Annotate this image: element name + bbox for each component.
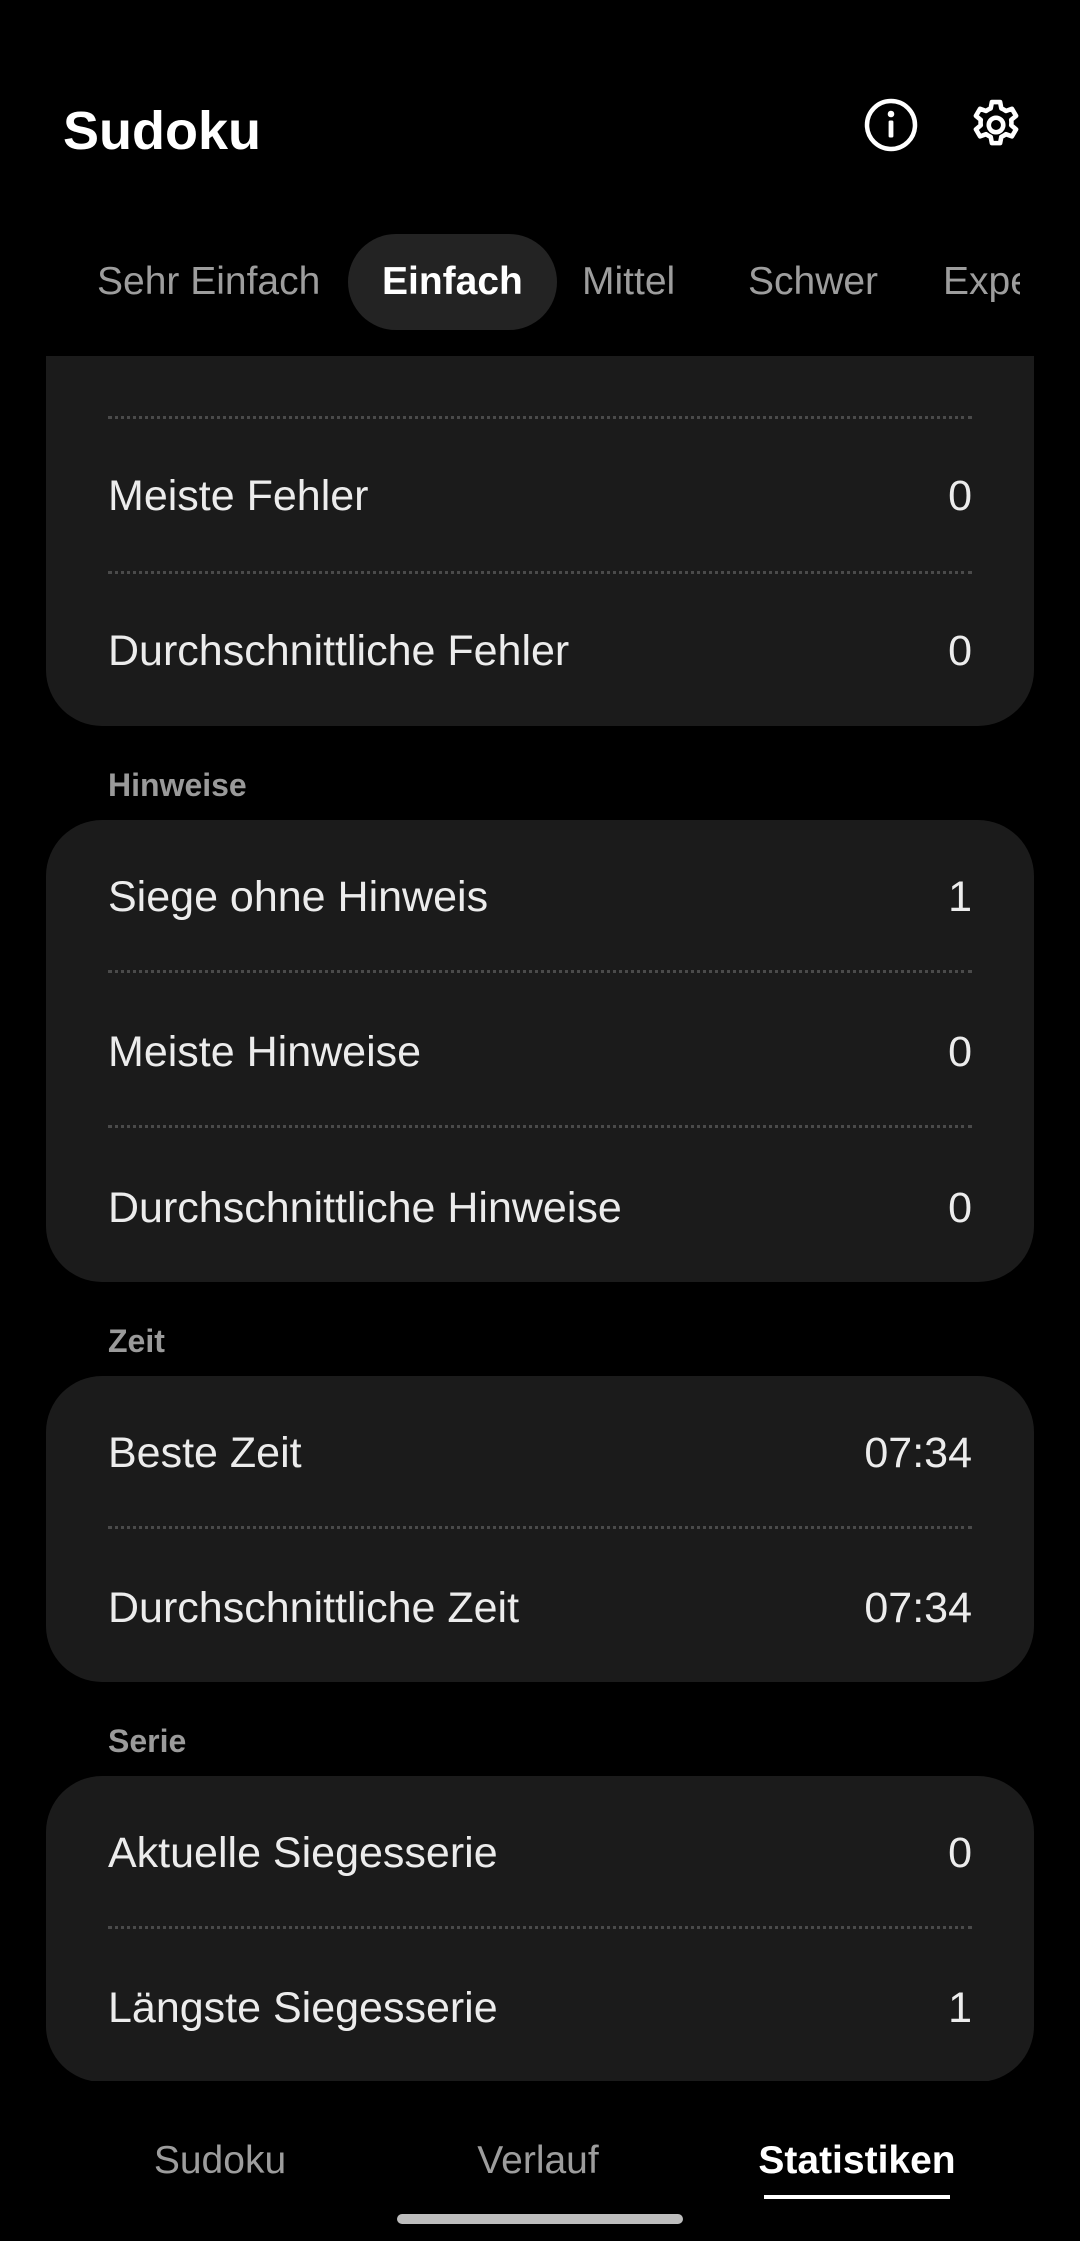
nav-item-label: Sudoku <box>153 2139 287 2182</box>
stat-value: 0 <box>948 1183 972 1232</box>
nav-item-label: Statistiken <box>758 2139 956 2182</box>
divider <box>108 571 972 574</box>
nav-item-statistiken[interactable]: Statistiken <box>697 2139 1017 2199</box>
section-title-zeit: Zeit <box>108 1323 165 1359</box>
app-bar: Sudoku <box>0 0 1080 230</box>
statistics-content[interactable]: Meiste Fehler 0 Durchschnittliche Fehler… <box>0 356 1080 2081</box>
stat-row-beste-zeit: Beste Zeit 07:34 <box>108 1408 972 1498</box>
fehler-card: Meiste Fehler 0 Durchschnittliche Fehler… <box>46 356 1034 726</box>
app-title: Sudoku <box>63 101 261 161</box>
nav-item-label: Verlauf <box>477 2139 599 2182</box>
info-button[interactable] <box>862 96 920 154</box>
bottom-navigation: Sudoku Verlauf Statistiken <box>0 2081 1080 2241</box>
stat-row-durchschnittliche-fehler: Durchschnittliche Fehler 0 <box>108 606 972 696</box>
tab-experte[interactable]: Experte <box>943 234 1020 330</box>
stat-value: 0 <box>948 1027 972 1076</box>
stat-value: 07:34 <box>864 1428 972 1477</box>
stat-label: Meiste Fehler <box>108 471 369 520</box>
divider <box>108 970 972 973</box>
stat-row-meiste-fehler: Meiste Fehler 0 <box>108 451 972 541</box>
stat-value: 07:34 <box>864 1583 972 1632</box>
gear-icon <box>973 99 1019 146</box>
stat-row-aktuelle-siegesserie: Aktuelle Siegesserie 0 <box>108 1808 972 1898</box>
stat-label: Durchschnittliche Hinweise <box>108 1183 622 1232</box>
stat-row-laengste-siegesserie: Längste Siegesserie 1 <box>108 1963 972 2053</box>
section-title-serie: Serie <box>108 1723 187 1759</box>
tab-mittel[interactable]: Mittel <box>582 234 675 330</box>
divider <box>108 1125 972 1128</box>
home-indicator[interactable] <box>397 2214 683 2224</box>
stat-row-durchschnittliche-zeit: Durchschnittliche Zeit 07:34 <box>108 1563 972 1653</box>
divider <box>108 1926 972 1929</box>
settings-button[interactable] <box>967 96 1025 154</box>
stat-value: 0 <box>948 626 972 675</box>
stat-label: Siege ohne Hinweis <box>108 872 489 921</box>
difficulty-tabs: Sehr Einfach Einfach Mittel Schwer Exper… <box>0 232 1020 332</box>
stat-row-meiste-hinweise: Meiste Hinweise 0 <box>108 1007 972 1097</box>
tab-sehr-einfach[interactable]: Sehr Einfach <box>97 234 320 330</box>
stat-value: 1 <box>948 872 972 921</box>
hinweise-card: Siege ohne Hinweis 1 Meiste Hinweise 0 D… <box>46 820 1034 1282</box>
stat-label: Längste Siegesserie <box>108 1983 498 2032</box>
stat-value: 0 <box>948 1828 972 1877</box>
info-icon <box>864 98 918 152</box>
stat-row-siege-ohne-hinweis: Siege ohne Hinweis 1 <box>108 852 972 942</box>
nav-item-verlauf[interactable]: Verlauf <box>378 2139 698 2183</box>
serie-card: Aktuelle Siegesserie 0 Längste Siegesser… <box>46 1776 1034 2081</box>
stat-value: 0 <box>948 471 972 520</box>
stat-value: 1 <box>948 1983 972 2032</box>
tab-einfach[interactable]: Einfach <box>348 234 557 330</box>
zeit-card: Beste Zeit 07:34 Durchschnittliche Zeit … <box>46 1376 1034 1682</box>
stat-row-durchschnittliche-hinweise: Durchschnittliche Hinweise 0 <box>108 1163 972 1253</box>
stat-label: Beste Zeit <box>108 1428 302 1477</box>
stat-label: Meiste Hinweise <box>108 1027 422 1076</box>
section-title-hinweise: Hinweise <box>108 767 247 803</box>
divider <box>108 1526 972 1529</box>
stat-label: Aktuelle Siegesserie <box>108 1828 498 1877</box>
tab-schwer[interactable]: Schwer <box>748 234 878 330</box>
nav-item-sudoku[interactable]: Sudoku <box>60 2139 380 2183</box>
stat-label: Durchschnittliche Fehler <box>108 626 570 675</box>
stat-label: Durchschnittliche Zeit <box>108 1583 520 1632</box>
divider <box>108 416 972 419</box>
active-tab-indicator <box>764 2195 950 2199</box>
